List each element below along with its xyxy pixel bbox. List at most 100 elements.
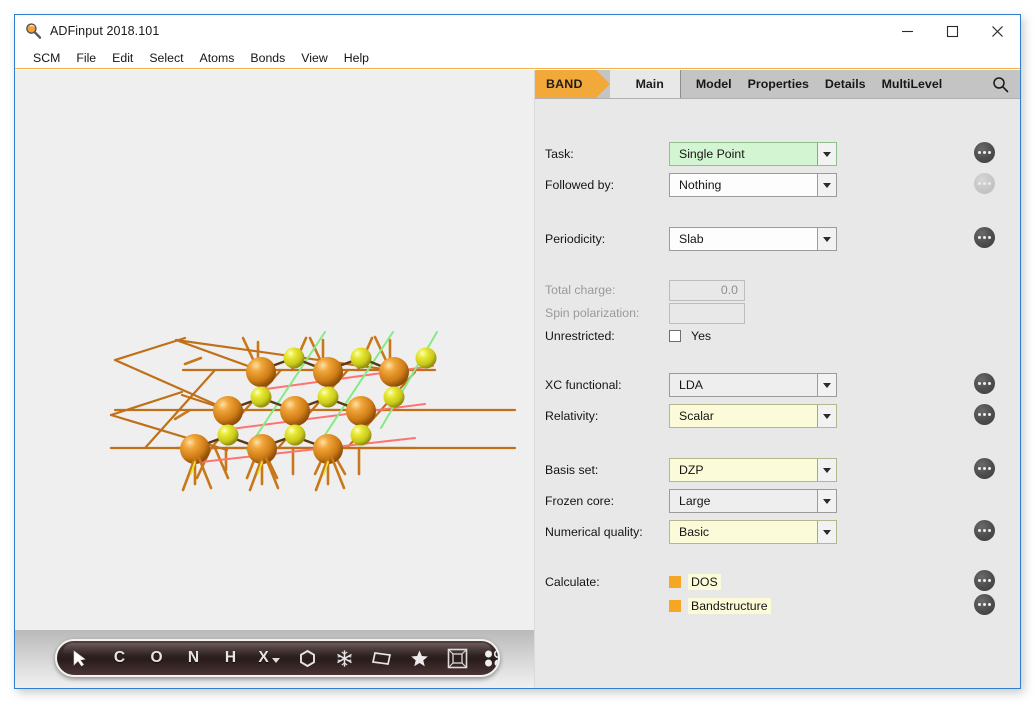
- tab-main[interactable]: Main: [609, 70, 681, 98]
- viewer-tool-palette: C O N H X: [55, 639, 500, 677]
- task-dropdown-arrow-icon[interactable]: [817, 143, 836, 165]
- relativity-dropdown-arrow-icon[interactable]: [817, 405, 836, 427]
- label-total-charge: Total charge:: [545, 283, 616, 297]
- basis-set-dropdown[interactable]: DZP: [669, 458, 837, 482]
- help-dots-task[interactable]: [974, 142, 995, 163]
- label-frozen-core: Frozen core:: [545, 494, 615, 508]
- minimize-button[interactable]: [885, 15, 930, 47]
- xc-functional-value: LDA: [670, 374, 817, 396]
- unrestricted-checkbox[interactable]: Yes: [669, 328, 714, 344]
- frozen-core-dropdown[interactable]: Large: [669, 489, 837, 513]
- chevron-down-icon: [271, 658, 280, 663]
- row-basis-set: Basis set: DZP: [535, 458, 1020, 482]
- magnifier-icon: [24, 22, 42, 40]
- numerical-quality-dropdown[interactable]: Basic: [669, 520, 837, 544]
- numerical-quality-value: Basic: [670, 521, 817, 543]
- tab-program-band[interactable]: BAND: [535, 70, 610, 98]
- xc-functional-dropdown[interactable]: LDA: [669, 373, 837, 397]
- tab-model[interactable]: Model: [688, 70, 740, 98]
- element-n-button[interactable]: N: [175, 641, 212, 675]
- molecule-viewer[interactable]: C O N H X: [15, 70, 534, 688]
- element-o-button[interactable]: O: [138, 641, 175, 675]
- numerical-quality-dropdown-arrow-icon[interactable]: [817, 521, 836, 543]
- menu-scm[interactable]: SCM: [25, 48, 68, 68]
- spin-polarization-input: [669, 302, 745, 324]
- calculate-bandstructure-checkbox-box[interactable]: [669, 600, 681, 612]
- row-relativity: Relativity: Scalar: [535, 404, 1020, 428]
- star-icon[interactable]: [400, 641, 438, 675]
- periodicity-dropdown-arrow-icon[interactable]: [817, 228, 836, 250]
- help-dots-dos[interactable]: [974, 570, 995, 591]
- help-dots-basis-set[interactable]: [974, 458, 995, 479]
- row-unrestricted: Unrestricted: Yes: [535, 324, 1020, 348]
- viewer-canvas[interactable]: [15, 70, 534, 688]
- four-dots-icon[interactable]: [476, 641, 498, 675]
- menu-edit[interactable]: Edit: [104, 48, 141, 68]
- label-unrestricted: Unrestricted:: [545, 329, 615, 343]
- basis-set-value: DZP: [670, 459, 817, 481]
- maximize-button[interactable]: [930, 15, 975, 47]
- calculate-bandstructure-label: Bandstructure: [688, 598, 771, 614]
- relativity-value: Scalar: [670, 405, 817, 427]
- element-h-button[interactable]: H: [212, 641, 249, 675]
- calculate-dos-checkbox-box[interactable]: [669, 576, 681, 588]
- menu-atoms[interactable]: Atoms: [192, 48, 243, 68]
- task-value: Single Point: [670, 143, 817, 165]
- row-numerical-quality: Numerical quality: Basic: [535, 520, 1020, 544]
- help-dots-bandstructure[interactable]: [974, 594, 995, 615]
- calculate-bandstructure-checkbox[interactable]: Bandstructure: [669, 598, 771, 614]
- snowflake-icon[interactable]: [326, 641, 363, 675]
- ring-benzene-icon[interactable]: [289, 641, 326, 675]
- window-body: C O N H X BAND Main Model Properties Det…: [15, 70, 1020, 688]
- help-dots-numerical-quality[interactable]: [974, 520, 995, 541]
- menu-view[interactable]: View: [293, 48, 335, 68]
- task-dropdown[interactable]: Single Point: [669, 142, 837, 166]
- window-title: ADFinput 2018.101: [50, 24, 160, 38]
- row-task: Task: Single Point: [535, 142, 1020, 166]
- tab-details[interactable]: Details: [817, 70, 874, 98]
- periodicity-value: Slab: [670, 228, 817, 250]
- row-spin-polarization: Spin polarization:: [535, 301, 1020, 325]
- label-xc-functional: XC functional:: [545, 378, 622, 392]
- help-dots-xc-functional[interactable]: [974, 373, 995, 394]
- tab-gap: [681, 70, 688, 98]
- periodicity-dropdown[interactable]: Slab: [669, 227, 837, 251]
- menu-help[interactable]: Help: [336, 48, 377, 68]
- label-spin-polarization: Spin polarization:: [545, 306, 640, 320]
- unrestricted-checkbox-box[interactable]: [669, 330, 681, 342]
- plane-icon[interactable]: [363, 641, 400, 675]
- label-periodicity: Periodicity:: [545, 232, 606, 246]
- search-icon[interactable]: [980, 70, 1020, 98]
- xc-functional-dropdown-arrow-icon[interactable]: [817, 374, 836, 396]
- settings-panel: BAND Main Model Properties Details Multi…: [534, 70, 1020, 688]
- calculate-dos-checkbox[interactable]: DOS: [669, 574, 721, 590]
- close-button[interactable]: [975, 15, 1020, 47]
- adfinput-window: ADFinput 2018.101 SCM File Edit Select A…: [14, 14, 1021, 689]
- tab-multilevel[interactable]: MultiLevel: [874, 70, 951, 98]
- calculate-dos-label: DOS: [688, 574, 721, 590]
- label-followed-by: Followed by:: [545, 178, 615, 192]
- row-xc-functional: XC functional: LDA: [535, 373, 1020, 397]
- element-other-button[interactable]: X: [249, 641, 289, 675]
- tab-bar: BAND Main Model Properties Details Multi…: [535, 70, 1020, 99]
- menu-file[interactable]: File: [68, 48, 104, 68]
- followed-by-dropdown-arrow-icon[interactable]: [817, 174, 836, 196]
- basis-set-dropdown-arrow-icon[interactable]: [817, 459, 836, 481]
- tab-properties[interactable]: Properties: [740, 70, 817, 98]
- menu-bonds[interactable]: Bonds: [242, 48, 293, 68]
- menu-select[interactable]: Select: [141, 48, 191, 68]
- relativity-dropdown[interactable]: Scalar: [669, 404, 837, 428]
- label-relativity: Relativity:: [545, 409, 599, 423]
- total-charge-input: 0.0: [669, 279, 745, 301]
- frozen-core-dropdown-arrow-icon[interactable]: [817, 490, 836, 512]
- label-task: Task:: [545, 147, 574, 161]
- row-calculate-dos: Calculate: DOS: [535, 570, 1020, 594]
- element-c-button[interactable]: C: [101, 641, 138, 675]
- help-dots-relativity[interactable]: [974, 404, 995, 425]
- select-cursor-icon[interactable]: [57, 641, 101, 675]
- slab-structure-render: [109, 331, 517, 492]
- unit-cell-icon[interactable]: [438, 641, 476, 675]
- row-frozen-core: Frozen core: Large: [535, 489, 1020, 513]
- help-dots-periodicity[interactable]: [974, 227, 995, 248]
- followed-by-dropdown[interactable]: Nothing: [669, 173, 837, 197]
